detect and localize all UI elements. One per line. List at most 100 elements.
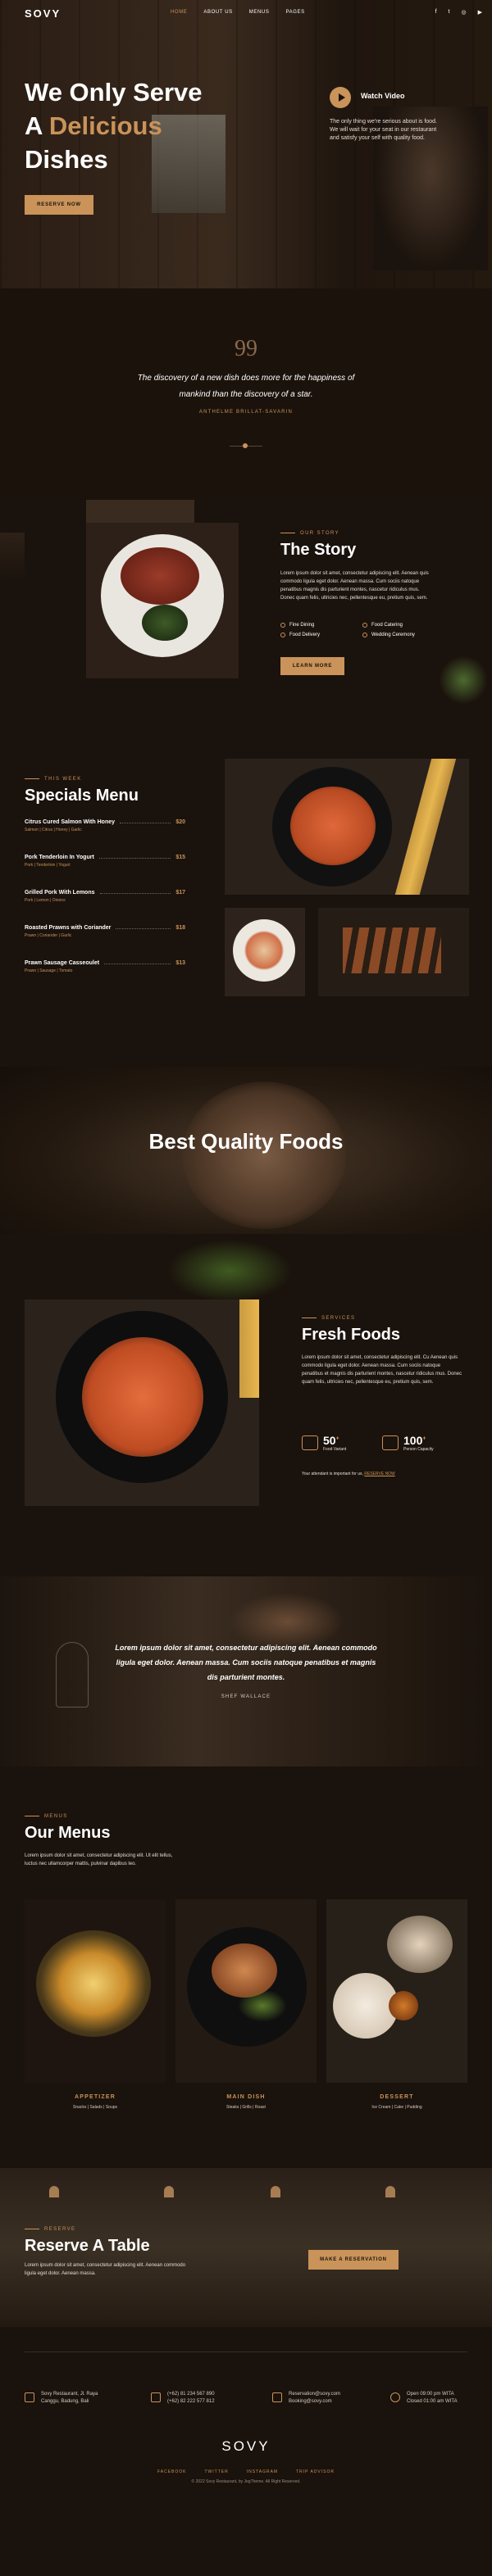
feature-item: Food Catering	[362, 623, 444, 628]
menu-card-appetizer[interactable]	[25, 1899, 166, 2083]
reserve-title: Reserve A Table	[25, 2237, 150, 2255]
pasta-decoration	[394, 759, 457, 895]
dessert-title[interactable]: DESSERT	[326, 2094, 467, 2100]
reserve-section: RESERVE Reserve A Table Lorem ipsum dolo…	[0, 2168, 492, 2327]
herb-decoration	[439, 655, 488, 705]
fresh-foods-section: SERVICES Fresh Foods Lorem ipsum dolor s…	[0, 1234, 492, 1576]
check-icon	[362, 633, 367, 637]
youtube-icon[interactable]: ▶	[478, 9, 482, 16]
menu-item: Prawn Sausage Casseoulet $13 Prawn | Saus…	[25, 960, 185, 973]
best-quality-title: Best Quality Foods	[148, 1129, 344, 1154]
story-label: OUR STORY	[280, 531, 339, 536]
appetizer-title[interactable]: APPETIZER	[25, 2094, 166, 2100]
salmon-plate	[233, 919, 295, 982]
top-nav: SOVY HOME ABOUT US MENUS PAGES f t ◎ ▶	[0, 0, 492, 26]
learn-more-button[interactable]: LEARN MORE	[280, 657, 344, 675]
quote-text: The discovery of a new dish does more fo…	[137, 374, 355, 399]
pasta-decoration	[239, 1299, 259, 1398]
specials-title: Specials Menu	[25, 787, 139, 805]
skewer-photo	[318, 908, 469, 996]
appetizer-subtitle: Snacks | Salads | Soups	[72, 2105, 118, 2110]
make-reservation-button[interactable]: MAKE A RESERVATION	[308, 2250, 399, 2270]
hero-heading: We Only Serve A Delicious Dishes	[25, 78, 203, 174]
specials-section: THIS WEEK Specials Menu Citrus Cured Sal…	[0, 714, 492, 1067]
reserve-now-button[interactable]: RESERVE NOW	[25, 195, 93, 215]
footer: Sovy Restaurant, Jl. Raya Canggu, Badung,…	[0, 2327, 492, 2576]
feast-image	[182, 1082, 346, 1229]
menu-item: Citrus Cured Salmon With Honey $20 Salmon…	[25, 819, 185, 832]
herbs	[142, 605, 188, 641]
prawn-photo	[225, 759, 469, 895]
reserve-note: Your attendant is important for us, RESE…	[302, 1472, 395, 1476]
main-dish-subtitle: Steaks | Grills | Roast	[226, 2105, 266, 2110]
copyright: © 2022 Sovy Restaurant, by JegTheme. All…	[191, 2479, 301, 2484]
mushroom-image	[387, 1916, 453, 1973]
play-video-button[interactable]	[330, 87, 351, 108]
footer-logo[interactable]: SOVY	[0, 2438, 492, 2455]
footer-address: Sovy Restaurant, Jl. Raya Canggu, Badung,…	[25, 2391, 98, 2406]
menus-label: MENUS	[25, 1814, 68, 1819]
reserve-now-link[interactable]: RESERVE NOW	[364, 1472, 394, 1476]
testimonial-author: SHEF WALLACE	[221, 1694, 271, 1699]
feature-item: Fine Dining	[280, 623, 362, 628]
watch-video-label[interactable]: Watch Video	[361, 92, 405, 100]
menu-card-dessert[interactable]	[326, 1899, 467, 2083]
clock-icon	[390, 2392, 400, 2402]
fresh-prawn-photo	[25, 1299, 259, 1506]
feature-item: Food Delivery	[280, 633, 362, 637]
nav-home[interactable]: HOME	[171, 10, 187, 15]
twitter-icon[interactable]: t	[449, 9, 450, 16]
phone-icon	[151, 2392, 161, 2402]
play-icon	[338, 93, 345, 102]
footer-tripadvisor-link[interactable]: TRIP ADVISOR	[296, 2469, 335, 2474]
main-dish-title[interactable]: MAIN DISH	[175, 2094, 317, 2100]
divider-dot	[243, 443, 248, 448]
cutlery-icon	[302, 1435, 318, 1450]
video-description: The only thing we're serious about is fo…	[330, 119, 437, 141]
steak-photo	[86, 523, 239, 678]
prawns	[82, 1337, 203, 1457]
stat-food-variant: 50+ Food Variant	[302, 1434, 346, 1452]
nav-pages[interactable]: PAGES	[285, 10, 304, 15]
steak	[121, 547, 199, 605]
feature-item: Wedding Ceremony	[362, 633, 444, 637]
footer-social-links: FACEBOOK TWITTER INSTAGRAM TRIP ADVISOR	[0, 2469, 492, 2474]
wine-glass-image	[0, 533, 25, 582]
nav-about[interactable]: ABOUT US	[203, 10, 232, 15]
menu-card-main[interactable]	[175, 1899, 317, 2083]
dessert-subtitle: Ice Cream | Cake | Pudding	[371, 2105, 422, 2110]
footer-instagram-link[interactable]: INSTAGRAM	[247, 2469, 278, 2474]
menu-item: Roasted Prawns with Coriander $18 Prawn |…	[25, 925, 185, 938]
sauce-image	[389, 1991, 418, 2020]
greens-image	[238, 1989, 287, 2022]
mail-icon	[272, 2392, 282, 2402]
fresh-title: Fresh Foods	[302, 1326, 401, 1344]
feature-list: Fine Dining Food Catering Food Delivery …	[280, 623, 444, 637]
check-icon	[280, 633, 285, 637]
quote-section: 99 The discovery of a new dish does more…	[0, 288, 492, 500]
nav-menus[interactable]: MENUS	[249, 10, 270, 15]
facebook-icon[interactable]: f	[435, 9, 437, 16]
quote-mark-icon: 99	[235, 336, 257, 361]
hero-section: We Only Serve A Delicious Dishes RESERVE…	[0, 0, 492, 288]
menus-title: Our Menus	[25, 1824, 111, 1842]
menus-body: Lorem ipsum dolor sit amet, consectetur …	[25, 1853, 173, 1866]
footer-twitter-link[interactable]: TWITTER	[205, 2469, 229, 2474]
our-menus-section: MENUS Our Menus Lorem ipsum dolor sit am…	[0, 1766, 492, 2168]
footer-email: Reservation@sovy.com Booking@sovy.com	[272, 2391, 340, 2406]
salmon-photo	[225, 908, 305, 996]
menu-item: Pork Tenderloin In Yogurt $15 Pork | Tend…	[25, 855, 185, 868]
footer-phone: (+62) 81 234 567 890 (+62) 82 222 577 812	[151, 2391, 215, 2406]
brand-logo[interactable]: SOVY	[25, 7, 61, 20]
testimonial-text: Lorem ipsum dolor sit amet, consectetur …	[115, 1644, 377, 1681]
footer-facebook-link[interactable]: FACEBOOK	[157, 2469, 187, 2474]
story-title: The Story	[280, 541, 357, 559]
stat-person-capacity: 100+ Person Capacity	[382, 1434, 434, 1452]
story-section: OUR STORY The Story Lorem ipsum dolor si…	[0, 500, 492, 714]
quote-author: ANTHELME BRILLAT-SAVARIN	[198, 410, 294, 415]
specials-label: THIS WEEK	[25, 777, 82, 782]
prawns	[290, 787, 376, 865]
skewers	[343, 927, 441, 973]
menu-item: Grilled Pork With Lemons $17 Pork | Lemon…	[25, 890, 185, 903]
instagram-icon[interactable]: ◎	[462, 9, 467, 16]
